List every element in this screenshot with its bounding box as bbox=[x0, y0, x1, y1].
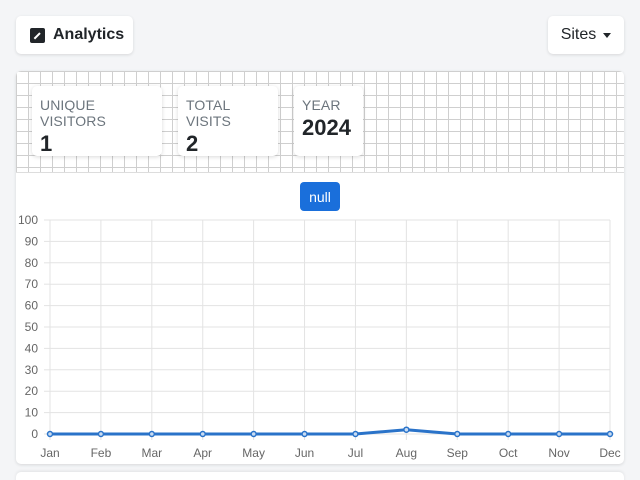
data-point bbox=[454, 430, 461, 438]
data-point bbox=[606, 430, 614, 438]
y-tick-label: 30 bbox=[25, 363, 39, 377]
x-tick-label: Apr bbox=[193, 446, 212, 460]
data-point bbox=[352, 430, 359, 438]
caret-down-icon bbox=[603, 33, 612, 38]
chart-logo-icon bbox=[30, 27, 45, 43]
y-tick-label: 100 bbox=[18, 213, 38, 227]
next-card-edge bbox=[16, 472, 624, 480]
x-tick-label: Dec bbox=[599, 446, 620, 460]
x-tick-label: Mar bbox=[141, 446, 162, 460]
x-tick-label: May bbox=[242, 446, 265, 460]
sites-label: Sites bbox=[560, 26, 597, 43]
x-tick-label: Jun bbox=[295, 446, 314, 460]
x-tick-label: Nov bbox=[548, 446, 569, 460]
y-tick-label: 80 bbox=[25, 256, 39, 270]
y-tick-label: 90 bbox=[25, 234, 39, 248]
data-point bbox=[199, 430, 206, 438]
x-tick-label: Oct bbox=[499, 446, 518, 460]
y-tick-label: 10 bbox=[25, 406, 39, 420]
x-tick-label: Jul bbox=[348, 446, 363, 460]
data-point bbox=[555, 430, 563, 438]
y-tick-label: 70 bbox=[25, 277, 39, 291]
x-tick-label: Jan bbox=[40, 446, 59, 460]
y-tick-label: 0 bbox=[31, 427, 38, 441]
series-line bbox=[50, 428, 610, 436]
data-point bbox=[250, 430, 257, 438]
x-tick-label: Feb bbox=[91, 446, 112, 460]
y-tick-label: 50 bbox=[25, 320, 39, 334]
data-point bbox=[504, 430, 512, 438]
data-point bbox=[148, 430, 156, 438]
brand-link[interactable]: Analytics bbox=[16, 16, 133, 54]
x-tick-label: Aug bbox=[396, 446, 417, 460]
analytics-card: UNIQUE VISITORS 1 TOTAL VISITS 2 YEAR 20… bbox=[16, 71, 624, 464]
visits-line-chart: 0 10 20 30 40 50 60 70 80 90 100 Jan Feb Mar Apr May Jun… bbox=[18, 213, 621, 460]
data-point bbox=[46, 430, 54, 438]
y-tick-label: 20 bbox=[25, 384, 39, 398]
data-point bbox=[301, 430, 308, 438]
x-tick-label: Sep bbox=[447, 446, 469, 460]
data-point bbox=[403, 426, 410, 433]
y-tick-label: 40 bbox=[25, 341, 39, 355]
data-point bbox=[97, 430, 105, 438]
sites-dropdown-button[interactable]: Sites bbox=[548, 16, 624, 54]
brand-label: Analytics bbox=[53, 26, 125, 43]
y-tick-label: 60 bbox=[25, 299, 39, 313]
